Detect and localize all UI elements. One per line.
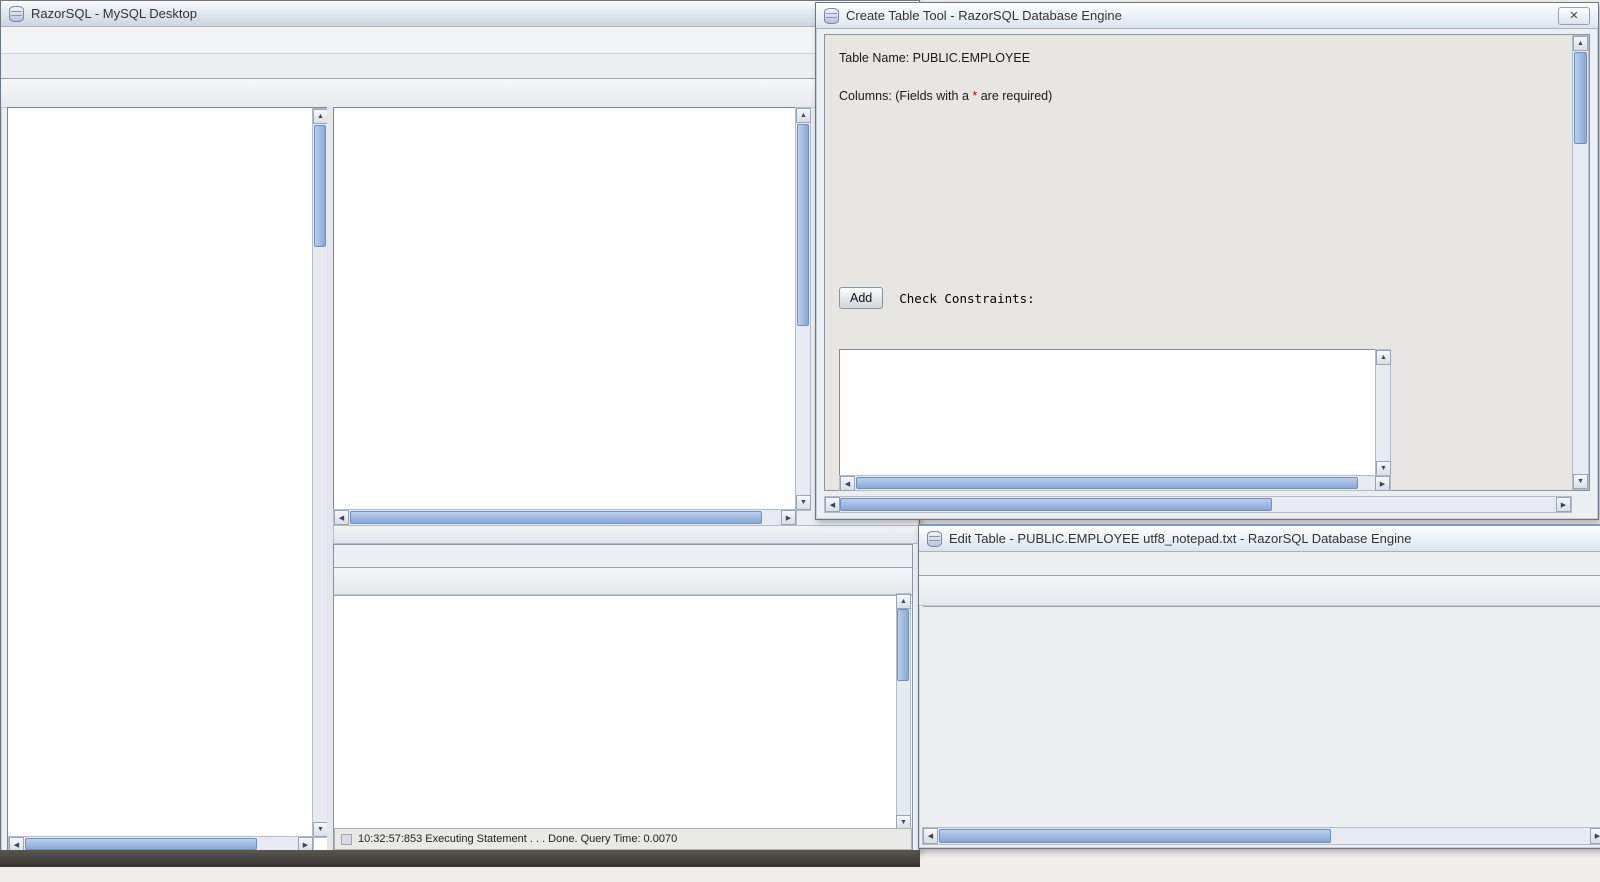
scroll-right-icon[interactable]: ▶ [1556, 497, 1571, 512]
scroll-down-icon[interactable]: ▼ [1376, 461, 1391, 476]
database-tree-panel: ▲ ▼ ◀ ▶ [7, 107, 329, 853]
scroll-down-icon[interactable]: ▼ [313, 822, 328, 837]
edit-hscrollbar[interactable]: ◀ ▶ [922, 827, 1600, 845]
create-table-title-bar[interactable]: Create Table Tool - RazorSQL Database En… [816, 3, 1598, 29]
menu-bar [1, 27, 919, 54]
window-title: RazorSQL - MySQL Desktop [31, 6, 197, 21]
app-icon [824, 7, 839, 24]
results-header-row [334, 595, 912, 596]
scroll-up-icon[interactable]: ▲ [313, 109, 328, 124]
sql-editor[interactable] [333, 107, 797, 515]
main-window-bottom-frame [0, 850, 920, 867]
preview-vscrollbar[interactable]: ▲ ▼ [1375, 349, 1391, 477]
app-icon [927, 530, 942, 547]
scroll-up-icon[interactable]: ▲ [1573, 36, 1588, 51]
create-table-body: ▲ ▼ Table Name: PUBLIC.EMPLOYEE Columns:… [824, 34, 1590, 491]
dialog-vscrollbar[interactable]: ▲ ▼ [1572, 35, 1589, 490]
scroll-left-icon[interactable]: ◀ [840, 476, 855, 491]
tree-vscrollbar[interactable]: ▲ ▼ [312, 108, 328, 838]
database-tree[interactable] [9, 111, 313, 837]
columns-note-label: Columns: (Fields with a * are required) [839, 89, 1053, 103]
scroll-up-icon[interactable]: ▲ [896, 594, 911, 609]
editor-hscrollbar[interactable]: ◀ ▶ [333, 509, 797, 526]
scroll-right-icon[interactable]: ▶ [781, 510, 796, 525]
results-status-bar: 10:32:57:853 Executing Statement . . . D… [334, 828, 912, 850]
main-toolbar [1, 79, 919, 108]
check-constraints-label: Check Constraints: [899, 290, 1035, 306]
main-window: RazorSQL - MySQL Desktop ▲ ▼ ◀ ▶ ▲ ▼ ◀ ▶… [0, 0, 929, 867]
editor-vscrollbar[interactable]: ▲ ▼ [795, 107, 811, 511]
scroll-left-icon[interactable]: ◀ [334, 510, 349, 525]
generated-sql-preview[interactable] [839, 349, 1389, 483]
scroll-up-icon[interactable]: ▲ [1376, 350, 1391, 365]
results-vscrollbar[interactable]: ▲ ▼ [896, 593, 911, 831]
results-tab-bar [334, 545, 912, 568]
preview-hscrollbar[interactable]: ◀ ▶ [839, 475, 1391, 491]
edit-table-toolbar [919, 576, 1600, 606]
edit-table-tab-bar [919, 552, 1600, 576]
edit-table-dialog: Edit Table - PUBLIC.EMPLOYEE utf8_notepa… [918, 524, 1600, 849]
desktop: RazorSQL - MySQL Desktop ▲ ▼ ◀ ▶ ▲ ▼ ◀ ▶… [0, 0, 1600, 882]
connection-tab-bar [1, 54, 919, 79]
scroll-left-icon[interactable]: ◀ [825, 497, 840, 512]
scroll-right-icon[interactable]: ▶ [1375, 476, 1390, 491]
results-status-text: 10:32:57:853 Executing Statement . . . D… [358, 833, 678, 845]
scroll-left-icon[interactable]: ◀ [923, 828, 938, 844]
dialog-title: Create Table Tool - RazorSQL Database En… [846, 8, 1122, 23]
main-title-bar[interactable]: RazorSQL - MySQL Desktop [1, 1, 919, 27]
results-panel: ▲ ▼ 10:32:57:853 Executing Statement . .… [333, 544, 913, 851]
close-icon[interactable]: ✕ [1558, 6, 1590, 25]
add-column-button[interactable]: Add [839, 287, 884, 309]
results-toolbar [334, 568, 912, 595]
scroll-right-icon[interactable]: ▶ [1590, 828, 1600, 844]
edit-grid-header-row [923, 606, 1600, 607]
scroll-down-icon[interactable]: ▼ [1573, 474, 1588, 489]
edit-table-title-bar[interactable]: Edit Table - PUBLIC.EMPLOYEE utf8_notepa… [919, 526, 1600, 552]
dialog-title: Edit Table - PUBLIC.EMPLOYEE utf8_notepa… [949, 531, 1412, 546]
editor-status-bar [333, 525, 929, 544]
create-table-dialog: Create Table Tool - RazorSQL Database En… [815, 2, 1599, 520]
scroll-down-icon[interactable]: ▼ [796, 495, 811, 510]
table-name-label: Table Name: PUBLIC.EMPLOYEE [839, 51, 1031, 65]
dialog-hscrollbar[interactable]: ◀ ▶ [824, 496, 1572, 513]
scroll-up-icon[interactable]: ▲ [796, 108, 811, 123]
status-icon [341, 833, 352, 845]
app-icon [9, 5, 24, 22]
